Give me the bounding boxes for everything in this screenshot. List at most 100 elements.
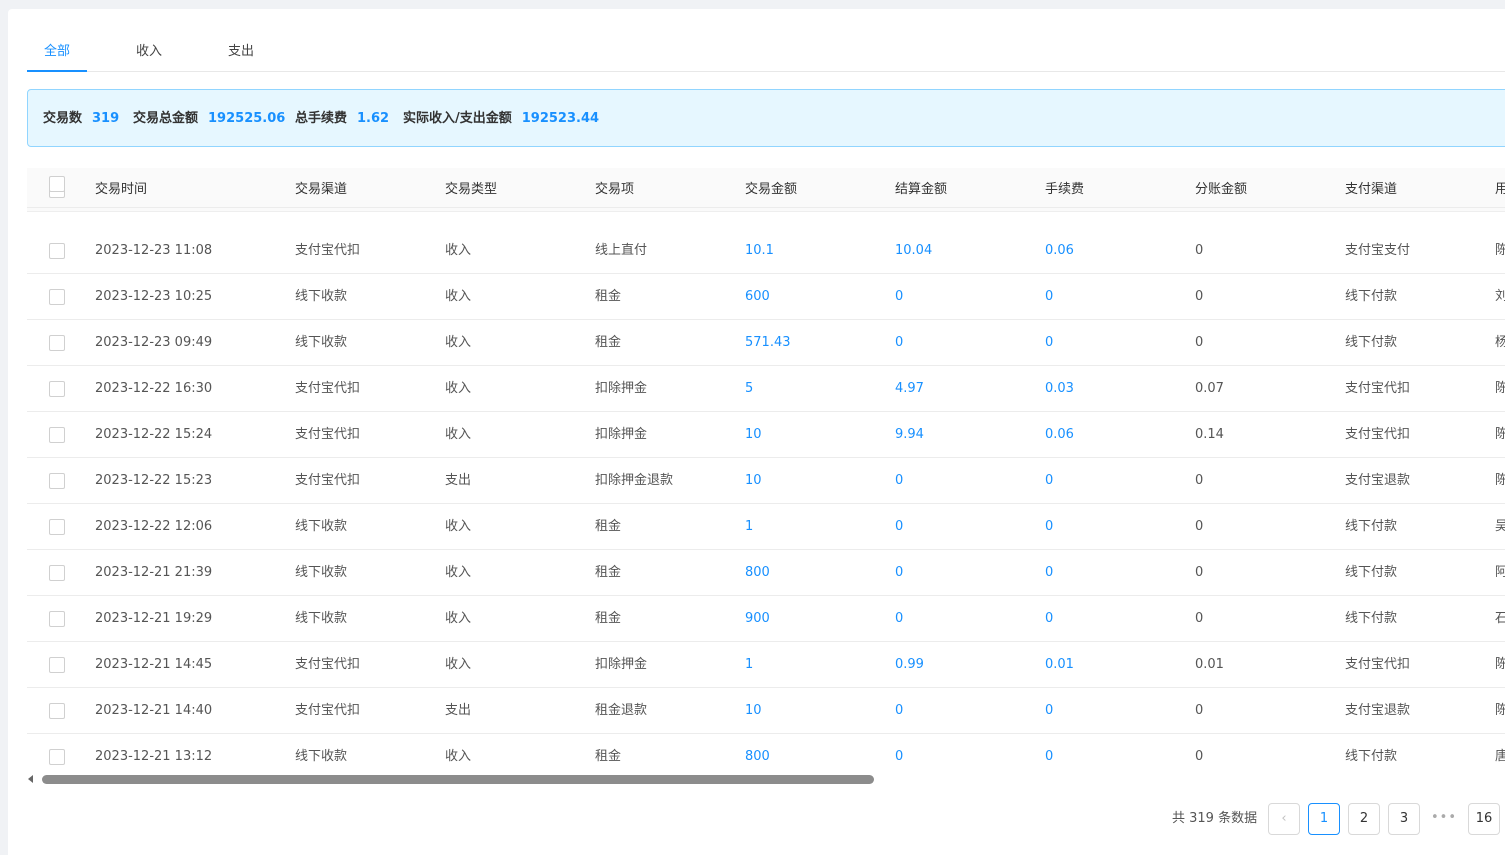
cell-type: 收入 xyxy=(445,565,472,580)
cell-pay-channel: 支付宝代扣 xyxy=(1345,657,1411,672)
cell-fee: 0 xyxy=(1045,335,1054,350)
cell-pay-channel: 线下付款 xyxy=(1345,519,1398,534)
cell-pay-channel: 支付宝退款 xyxy=(1345,473,1411,488)
cell-fee: 0 xyxy=(1045,749,1054,764)
cell-user: 陈 xyxy=(1495,427,1505,442)
cell-settlement: 0 xyxy=(895,703,904,718)
cell-user: 阿 xyxy=(1495,565,1505,580)
row-checkbox[interactable] xyxy=(49,473,65,489)
cell-item: 租金 xyxy=(595,565,622,580)
cell-channel: 线下收款 xyxy=(295,749,348,764)
cell-split: 0 xyxy=(1195,335,1204,350)
cell-time: 2023-12-22 15:23 xyxy=(95,473,213,488)
cell-pay-channel: 支付宝代扣 xyxy=(1345,381,1411,396)
cell-type: 收入 xyxy=(445,657,472,672)
scrollbar-thumb[interactable] xyxy=(42,775,874,784)
row-checkbox[interactable] xyxy=(49,176,65,192)
cell-split: 0 xyxy=(1195,611,1204,626)
cell-split: 0.14 xyxy=(1195,427,1224,442)
table-row: 2023-12-22 12:06 线下收款 收入 租金 1 0 0 0 线下付款 吴 xyxy=(27,504,1505,550)
cell-amount: 800 xyxy=(745,749,770,764)
row-checkbox[interactable] xyxy=(49,519,65,535)
summary-fee: 总手续费 1.62 xyxy=(295,90,389,148)
cell-split: 0 xyxy=(1195,519,1204,534)
row-checkbox[interactable] xyxy=(49,243,65,259)
cell-type: 收入 xyxy=(445,611,472,626)
chevron-left-icon: ‹ xyxy=(1281,811,1287,826)
cell-type: 支出 xyxy=(445,703,472,718)
horizontal-scrollbar[interactable] xyxy=(26,773,1505,787)
cell-channel: 支付宝代扣 xyxy=(295,243,361,258)
tab-income[interactable]: 收入 xyxy=(127,36,171,72)
row-checkbox[interactable] xyxy=(49,749,65,765)
cell-settlement: 0.99 xyxy=(895,657,924,672)
cell-user: 杨 xyxy=(1495,335,1505,350)
cell-time: 2023-12-21 14:45 xyxy=(95,657,213,672)
pagination-page-2[interactable]: 2 xyxy=(1348,803,1380,835)
cell-fee: 0.06 xyxy=(1045,243,1074,258)
table-row: 2023-12-23 10:25 线下收款 收入 租金 600 0 0 0 线下付款 刘 xyxy=(27,274,1505,320)
cell-split: 0 xyxy=(1195,703,1204,718)
summary-total-value: 192525.06 xyxy=(208,111,286,126)
tab-active-indicator xyxy=(27,70,87,72)
scroll-left-icon[interactable] xyxy=(28,775,33,783)
cell-time: 2023-12-23 09:49 xyxy=(95,335,213,350)
cell-user: 吴 xyxy=(1495,519,1505,534)
table-row: 2023-12-21 21:39 线下收款 收入 租金 800 0 0 0 线下付款 阿 xyxy=(27,550,1505,596)
pagination-prev-button[interactable]: ‹ xyxy=(1268,803,1300,835)
cell-user: 陈 xyxy=(1495,657,1505,672)
pagination-ellipsis[interactable]: ••• xyxy=(1428,803,1460,835)
cell-type: 收入 xyxy=(445,335,472,350)
cell-settlement: 0 xyxy=(895,519,904,534)
tab-all[interactable]: 全部 xyxy=(27,36,87,72)
cell-time: 2023-12-21 21:39 xyxy=(95,565,213,580)
row-checkbox[interactable] xyxy=(49,427,65,443)
cell-pay-channel: 支付宝支付 xyxy=(1345,243,1411,258)
cell-user: 刘 xyxy=(1495,289,1505,304)
row-checkbox[interactable] xyxy=(49,289,65,305)
pagination-page-1[interactable]: 1 xyxy=(1308,803,1340,835)
cell-channel: 支付宝代扣 xyxy=(295,473,361,488)
row-checkbox[interactable] xyxy=(49,335,65,351)
cell-pay-channel: 线下付款 xyxy=(1345,335,1398,350)
cell-settlement: 0 xyxy=(895,289,904,304)
cell-settlement: 0 xyxy=(895,749,904,764)
cell-item: 租金 xyxy=(595,289,622,304)
tab-bar: 全部 收入 支出 xyxy=(27,36,1505,72)
summary-actual: 实际收入/支出金额 192523.44 xyxy=(403,90,599,148)
cell-type: 收入 xyxy=(445,289,472,304)
cell-user: 陈 xyxy=(1495,473,1505,488)
cell-amount: 10 xyxy=(745,427,762,442)
cell-time: 2023-12-21 13:12 xyxy=(95,749,213,764)
cell-amount: 800 xyxy=(745,565,770,580)
cell-channel: 支付宝代扣 xyxy=(295,657,361,672)
cell-settlement: 0 xyxy=(895,335,904,350)
row-checkbox[interactable] xyxy=(49,611,65,627)
row-checkbox[interactable] xyxy=(49,381,65,397)
row-checkbox[interactable] xyxy=(49,703,65,719)
cell-settlement: 9.94 xyxy=(895,427,924,442)
summary-count: 交易数 319 xyxy=(43,90,119,148)
pagination-total: 共 319 条数据 xyxy=(1172,811,1258,826)
cell-pay-channel: 线下付款 xyxy=(1345,565,1398,580)
cell-item: 线上直付 xyxy=(595,243,648,258)
cell-channel: 支付宝代扣 xyxy=(295,381,361,396)
cell-channel: 支付宝代扣 xyxy=(295,703,361,718)
table-row: 2023-12-22 16:30 支付宝代扣 收入 扣除押金 5 4.97 0.03 0.07… xyxy=(27,366,1505,412)
table-row: 2023-12-23 09:49 线下收款 收入 租金 571.43 0 0 0 线下付款 杨 xyxy=(27,320,1505,366)
row-checkbox[interactable] xyxy=(49,657,65,673)
row-checkbox[interactable] xyxy=(49,565,65,581)
cell-pay-channel: 线下付款 xyxy=(1345,289,1398,304)
cell-item: 扣除押金 xyxy=(595,381,648,396)
tab-expense[interactable]: 支出 xyxy=(219,36,263,72)
pagination-last-page[interactable]: 16 xyxy=(1468,803,1500,835)
cell-type: 收入 xyxy=(445,381,472,396)
cell-channel: 线下收款 xyxy=(295,519,348,534)
cell-settlement: 0 xyxy=(895,611,904,626)
cell-type: 收入 xyxy=(445,243,472,258)
cell-amount: 600 xyxy=(745,289,770,304)
cell-amount: 900 xyxy=(745,611,770,626)
cell-item: 租金 xyxy=(595,519,622,534)
pagination-page-3[interactable]: 3 xyxy=(1388,803,1420,835)
cell-pay-channel: 线下付款 xyxy=(1345,611,1398,626)
